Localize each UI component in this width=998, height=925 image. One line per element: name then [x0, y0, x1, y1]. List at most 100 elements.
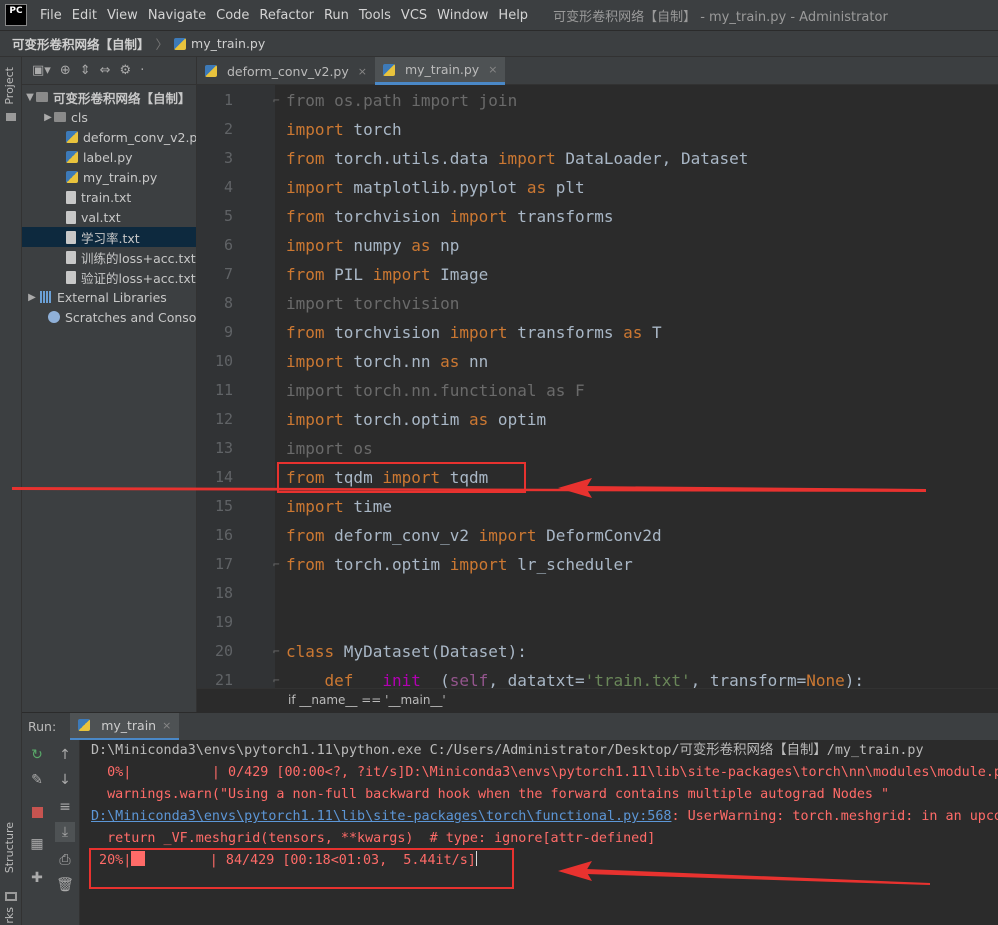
- run-tab-my-train[interactable]: my_train ×: [70, 712, 180, 741]
- breadcrumb-project[interactable]: 可变形卷积网络【自制】: [12, 34, 150, 53]
- text-file-icon: [66, 230, 76, 244]
- tree-item-label-py[interactable]: label.py: [22, 147, 196, 167]
- line-number: 6: [223, 236, 233, 254]
- console-line: D:\Miniconda3\envs\pytorch1.11\python.ex…: [91, 743, 924, 758]
- menu-run[interactable]: Run: [319, 8, 354, 23]
- project-tree: ▼ 可变形卷积网络【自制】 ▶ cls deform_conv_v2.py la…: [22, 85, 196, 327]
- tab-my-train[interactable]: my_train.py ×: [374, 57, 506, 85]
- fold-icon[interactable]: ⌐: [273, 86, 280, 115]
- tree-item-train-txt[interactable]: train.txt: [22, 187, 196, 207]
- tree-item-deform-conv-v2[interactable]: deform_conv_v2.py: [22, 127, 196, 147]
- tree-item-cls[interactable]: ▶ cls: [22, 107, 196, 127]
- library-icon: [40, 291, 52, 303]
- line-number: 21: [214, 671, 233, 688]
- soft-wrap-icon[interactable]: ≡: [55, 797, 75, 817]
- code-line-1[interactable]: 1 ⌐ from os.path import join: [197, 86, 998, 115]
- code-line-5[interactable]: 5 from torchvision import transforms: [197, 202, 998, 231]
- close-icon[interactable]: ×: [162, 719, 171, 732]
- code-line-17[interactable]: 17 ⌐ from torch.optim import lr_schedule…: [197, 550, 998, 579]
- rerun-icon[interactable]: ↻: [27, 745, 47, 765]
- close-icon[interactable]: ×: [488, 63, 497, 76]
- code-line-2[interactable]: 2 import torch: [197, 115, 998, 144]
- tree-item-lr-txt[interactable]: 学习率.txt: [22, 227, 196, 247]
- code-line-8[interactable]: 8 import torchvision: [197, 289, 998, 318]
- tree-item-external-libraries[interactable]: ▶ External Libraries: [22, 287, 196, 307]
- menu-tools[interactable]: Tools: [354, 8, 396, 23]
- menu-code[interactable]: Code: [211, 8, 254, 23]
- breadcrumb-file[interactable]: my_train.py: [174, 36, 265, 51]
- arrow-up-icon[interactable]: ↑: [55, 745, 75, 765]
- text-file-icon: [66, 250, 76, 264]
- structure-tool-tab[interactable]: Structure: [3, 822, 16, 873]
- line-number: 10: [214, 352, 233, 370]
- chevron-right-icon[interactable]: ▶: [26, 292, 38, 303]
- close-icon[interactable]: ×: [358, 65, 367, 78]
- console-file-link[interactable]: D:\Miniconda3\envs\pytorch1.11\lib\site-…: [91, 809, 671, 824]
- bookmarks-tool-tab[interactable]: rks: [3, 907, 16, 924]
- code-line-12[interactable]: 12 import torch.optim as optim: [197, 405, 998, 434]
- menu-edit[interactable]: Edit: [67, 8, 102, 23]
- code-line-7[interactable]: 7 from PIL import Image: [197, 260, 998, 289]
- run-console[interactable]: D:\Miniconda3\envs\pytorch1.11\python.ex…: [80, 740, 998, 925]
- arrow-down-icon[interactable]: ↓: [55, 770, 75, 790]
- collapse-all-icon[interactable]: ⇔: [100, 63, 111, 78]
- menu-vcs[interactable]: VCS: [396, 8, 432, 23]
- tree-item-val-loss-acc[interactable]: 验证的loss+acc.txt: [22, 267, 196, 287]
- code-line-21[interactable]: 21 ⌐ def __init__(self, datatxt='train.t…: [197, 666, 998, 688]
- line-number: 5: [223, 207, 233, 225]
- menu-refactor[interactable]: Refactor: [254, 8, 319, 23]
- tree-item-train-loss-acc[interactable]: 训练的loss+acc.txt: [22, 247, 196, 267]
- python-file-icon: [66, 171, 78, 183]
- trash-icon[interactable]: 🗑: [55, 875, 75, 895]
- menu-window[interactable]: Window: [432, 8, 493, 23]
- code-line-11[interactable]: 11 import torch.nn.functional as F: [197, 376, 998, 405]
- breadcrumb-file-label: my_train.py: [191, 36, 266, 51]
- python-file-icon: [174, 37, 187, 50]
- tree-item-my-train[interactable]: my_train.py: [22, 167, 196, 187]
- locate-icon[interactable]: ⊕: [60, 63, 71, 78]
- tab-label: my_train.py: [404, 62, 480, 77]
- code-line-19[interactable]: 19: [197, 608, 998, 637]
- gear-icon[interactable]: ⚙: [120, 63, 132, 78]
- pin-icon[interactable]: ✚: [27, 868, 47, 888]
- code-line-13[interactable]: 13 import os: [197, 434, 998, 463]
- tree-root[interactable]: ▼ 可变形卷积网络【自制】: [22, 87, 196, 107]
- python-file-icon: [66, 151, 78, 163]
- wrench-icon[interactable]: ✎: [27, 770, 47, 790]
- chevron-down-icon[interactable]: ▼: [24, 92, 36, 103]
- fold-icon[interactable]: ⌐: [273, 637, 280, 666]
- menu-view[interactable]: View: [102, 8, 143, 23]
- tab-deform-conv-v2[interactable]: deform_conv_v2.py ×: [197, 57, 375, 85]
- console-line: 0%| | 0/429 [00:00<?, ?it/s]D:\Miniconda…: [91, 765, 998, 780]
- code-line-9[interactable]: 9 from torchvision import transforms as …: [197, 318, 998, 347]
- tree-item-label: Scratches and Consoles: [65, 309, 197, 325]
- menu-navigate[interactable]: Navigate: [143, 8, 211, 23]
- code-line-16[interactable]: 16 from deform_conv_v2 import DeformConv…: [197, 521, 998, 550]
- code-line-6[interactable]: 6 import numpy as np: [197, 231, 998, 260]
- code-line-4[interactable]: 4 import matplotlib.pyplot as plt: [197, 173, 998, 202]
- scroll-to-end-icon[interactable]: ⤓: [55, 822, 75, 842]
- chevron-right-icon[interactable]: ▶: [42, 112, 54, 123]
- project-view-dropdown[interactable]: ▣▾: [32, 63, 51, 78]
- code-line-3[interactable]: 3 from torch.utils.data import DataLoade…: [197, 144, 998, 173]
- project-tool-tab[interactable]: Project: [3, 67, 16, 105]
- line-number: 7: [223, 265, 233, 283]
- menu-help[interactable]: Help: [493, 8, 533, 23]
- code-line-18[interactable]: 18: [197, 579, 998, 608]
- expand-all-icon[interactable]: ⇕: [80, 63, 91, 78]
- tree-item-val-txt[interactable]: val.txt: [22, 207, 196, 227]
- fold-icon[interactable]: ⌐: [273, 666, 280, 688]
- python-file-icon: [382, 63, 395, 76]
- fold-icon[interactable]: ⌐: [273, 550, 280, 579]
- editor-breadcrumb[interactable]: if __name__ == '__main__': [197, 688, 998, 712]
- project-panel: ▣▾ ⊕ ⇕ ⇔ ⚙ · ▼ 可变形卷积网络【自制】 ▶ cls deform_…: [22, 57, 197, 712]
- layout-icon[interactable]: ▦: [27, 834, 47, 854]
- code-editor[interactable]: 1 ⌐ from os.path import join 2 import to…: [197, 85, 998, 688]
- hide-icon[interactable]: ·: [140, 63, 144, 78]
- tree-item-scratches[interactable]: Scratches and Consoles: [22, 307, 196, 327]
- code-line-10[interactable]: 10 import torch.nn as nn: [197, 347, 998, 376]
- print-icon[interactable]: ⎙: [55, 850, 75, 870]
- code-line-20[interactable]: 20 ⌐ class MyDataset(Dataset):: [197, 637, 998, 666]
- menu-file[interactable]: File: [35, 8, 67, 23]
- stop-icon[interactable]: [27, 802, 47, 822]
